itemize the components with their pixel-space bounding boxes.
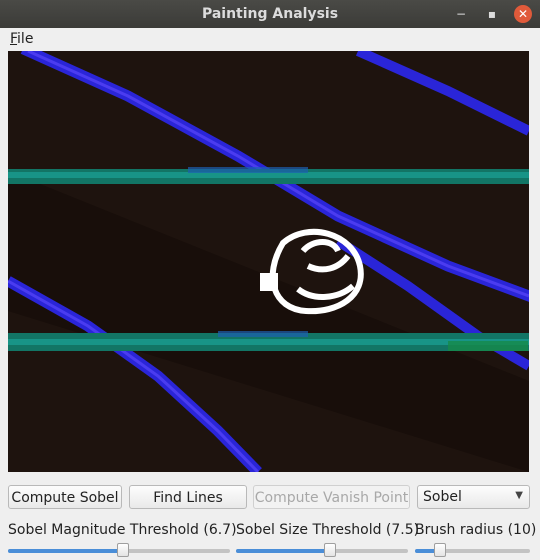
- slider-handle[interactable]: [434, 543, 446, 557]
- menu-file[interactable]: File: [10, 31, 33, 47]
- sobel-size-slider[interactable]: [236, 543, 408, 557]
- mode-select-value: Sobel: [423, 489, 462, 505]
- menu-file-label: ile: [17, 31, 34, 47]
- mode-select[interactable]: Sobel ▼: [417, 485, 530, 509]
- close-button[interactable]: ✕: [514, 5, 532, 23]
- menu-bar: File: [0, 28, 540, 50]
- menu-file-mnemonic: F: [10, 31, 18, 47]
- brush-radius-label: Brush radius (10): [415, 522, 537, 538]
- brush-radius-slider[interactable]: [415, 543, 530, 557]
- image-canvas[interactable]: [8, 51, 529, 472]
- slider-fill: [8, 549, 123, 553]
- slider-handle[interactable]: [117, 543, 129, 557]
- chevron-down-icon: ▼: [515, 490, 523, 501]
- sobel-size-label: Sobel Size Threshold (7.5): [236, 522, 420, 538]
- title-bar: Painting Analysis − ▪ ✕: [0, 0, 540, 29]
- sobel-magnitude-slider[interactable]: [8, 543, 230, 557]
- edge-map-image: [8, 51, 529, 472]
- maximize-button[interactable]: ▪: [483, 5, 501, 23]
- minimize-button[interactable]: −: [452, 5, 470, 23]
- slider-fill: [236, 549, 330, 553]
- sobel-magnitude-label: Sobel Magnitude Threshold (6.7): [8, 522, 237, 538]
- compute-vanish-point-button[interactable]: Compute Vanish Point: [253, 485, 410, 509]
- compute-sobel-button[interactable]: Compute Sobel: [8, 485, 122, 509]
- slider-handle[interactable]: [324, 543, 336, 557]
- find-lines-button[interactable]: Find Lines: [129, 485, 247, 509]
